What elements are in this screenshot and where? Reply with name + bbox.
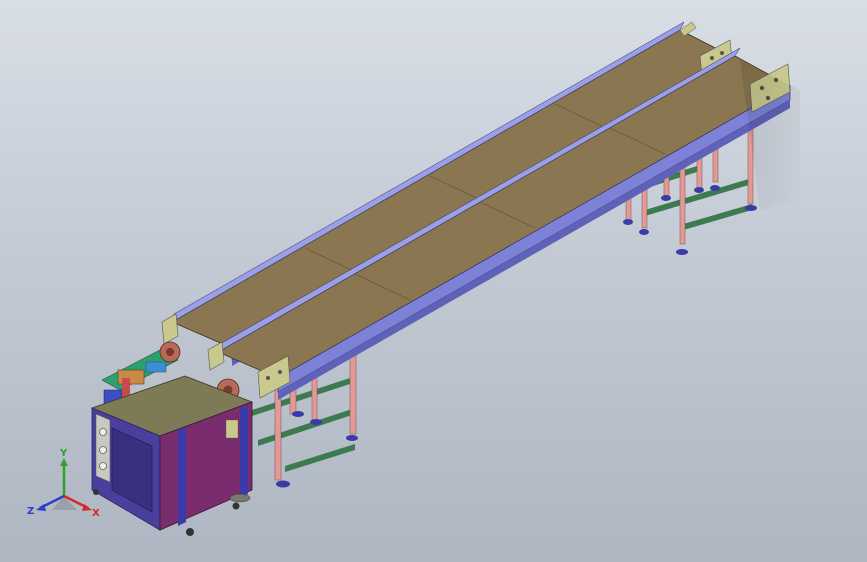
- z-axis-label: Z: [27, 506, 34, 517]
- cad-viewport[interactable]: Y Z X: [0, 0, 867, 562]
- orientation-triad[interactable]: Y Z X: [22, 446, 112, 526]
- conveyor-1[interactable]: [161, 21, 736, 366]
- conveyor-assembly-model[interactable]: [0, 0, 867, 562]
- y-axis-label: Y: [59, 448, 68, 459]
- triad-base: [52, 496, 77, 510]
- x-axis-label: X: [92, 508, 100, 519]
- y-axis-arrow: [60, 458, 68, 466]
- control-cabinet[interactable]: [90, 375, 254, 536]
